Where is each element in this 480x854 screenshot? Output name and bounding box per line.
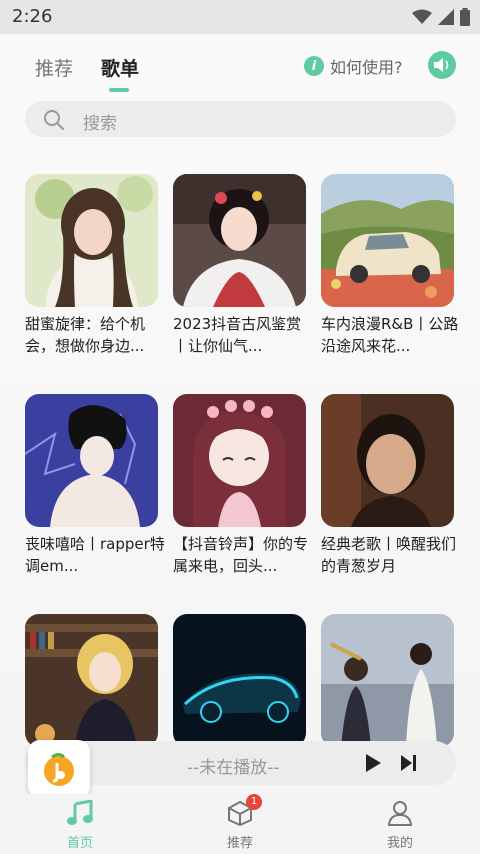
nav-label: 首页 (66, 836, 93, 851)
playlist-card[interactable]: 丧味嘻哈丨rapper特调em... (25, 394, 165, 577)
battery-icon (460, 8, 470, 26)
playlist-title: 甜蜜旋律：给个机会，想做你身边... (25, 315, 146, 355)
speaker-button[interactable] (428, 51, 456, 79)
playlist-cover (25, 174, 158, 307)
playlist-title: 车内浪漫R&B丨公路沿途风来花... (321, 315, 459, 355)
nav-home[interactable]: 首页 (40, 799, 120, 851)
playlist-cover (173, 614, 306, 747)
info-icon: i (304, 56, 324, 76)
status-time: 2:26 (12, 6, 53, 27)
help-link[interactable]: i 如何使用? (304, 54, 403, 78)
playlist-cover (25, 394, 158, 527)
playlist-cover (321, 394, 454, 527)
next-track-icon[interactable] (399, 753, 419, 773)
nav-recommend[interactable]: 1 推荐 (200, 794, 280, 851)
playlist-cover (321, 614, 454, 747)
wifi-icon (412, 9, 432, 24)
play-icon[interactable] (363, 753, 383, 773)
playlist-cover (25, 614, 158, 747)
music-app-logo-icon (44, 753, 74, 786)
playlist-title: 丧味嘻哈丨rapper特调em... (25, 535, 165, 575)
search-placeholder: 搜索 (83, 114, 117, 134)
search-icon (44, 110, 64, 130)
notification-badge: 1 (246, 794, 262, 810)
playlist-card[interactable]: 车内浪漫R&B丨公路沿途风来花... (321, 174, 458, 357)
playlist-card[interactable]: 经典老歌丨唤醒我们的青葱岁月 (321, 394, 456, 577)
playlist-cover (173, 174, 306, 307)
bottom-nav: 首页 1 推荐 我的 (0, 794, 480, 854)
playlist-card[interactable]: 甜蜜旋律：给个机会，想做你身边... (25, 174, 158, 357)
nav-me[interactable]: 我的 (360, 800, 440, 851)
tab-recommend[interactable]: 推荐 (35, 54, 73, 81)
music-note-icon (67, 799, 93, 825)
playlist-card[interactable]: 【抖音铃声】你的专属来电，回头... (173, 394, 308, 577)
player-status: --未在播放-- (187, 758, 280, 778)
search-bar[interactable]: 搜索 (25, 101, 456, 137)
status-bar: 2:26 (0, 0, 480, 34)
playlist-card[interactable]: 2023抖音古风鉴赏丨让你仙气... (173, 174, 306, 357)
app-logo[interactable] (28, 740, 90, 798)
playlist-cover (321, 174, 454, 307)
playlist-title: 2023抖音古风鉴赏丨让你仙气... (173, 315, 302, 355)
tab-playlist[interactable]: 歌单 (101, 54, 139, 92)
user-icon (387, 801, 413, 826)
nav-label: 我的 (386, 836, 413, 851)
help-label: 如何使用? (330, 58, 403, 77)
speaker-icon (434, 58, 449, 72)
app-screen: 推荐 歌单 i 如何使用? 搜索 甜蜜旋律：给个机会，想做你身边... 2023… (0, 34, 480, 854)
nav-label: 推荐 (226, 836, 253, 851)
playlist-title: 【抖音铃声】你的专属来电，回头... (173, 535, 309, 575)
top-tabs: 推荐 歌单 (35, 54, 139, 92)
playlist-title: 经典老歌丨唤醒我们的青葱岁月 (321, 535, 457, 575)
playlist-cover (173, 394, 306, 527)
signal-icon (438, 9, 454, 25)
